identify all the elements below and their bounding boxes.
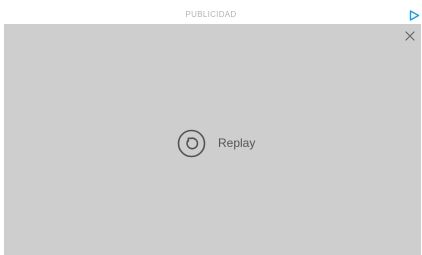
adchoices-icon[interactable] <box>409 10 420 21</box>
ad-header: PUBLICIDAD <box>0 0 422 24</box>
replay-button[interactable]: Replay <box>177 128 255 158</box>
replay-label: Replay <box>218 136 256 150</box>
ad-label: PUBLICIDAD <box>185 10 237 19</box>
ad-frame: Replay <box>4 24 421 255</box>
close-icon[interactable] <box>405 31 415 41</box>
replay-icon <box>177 129 206 157</box>
